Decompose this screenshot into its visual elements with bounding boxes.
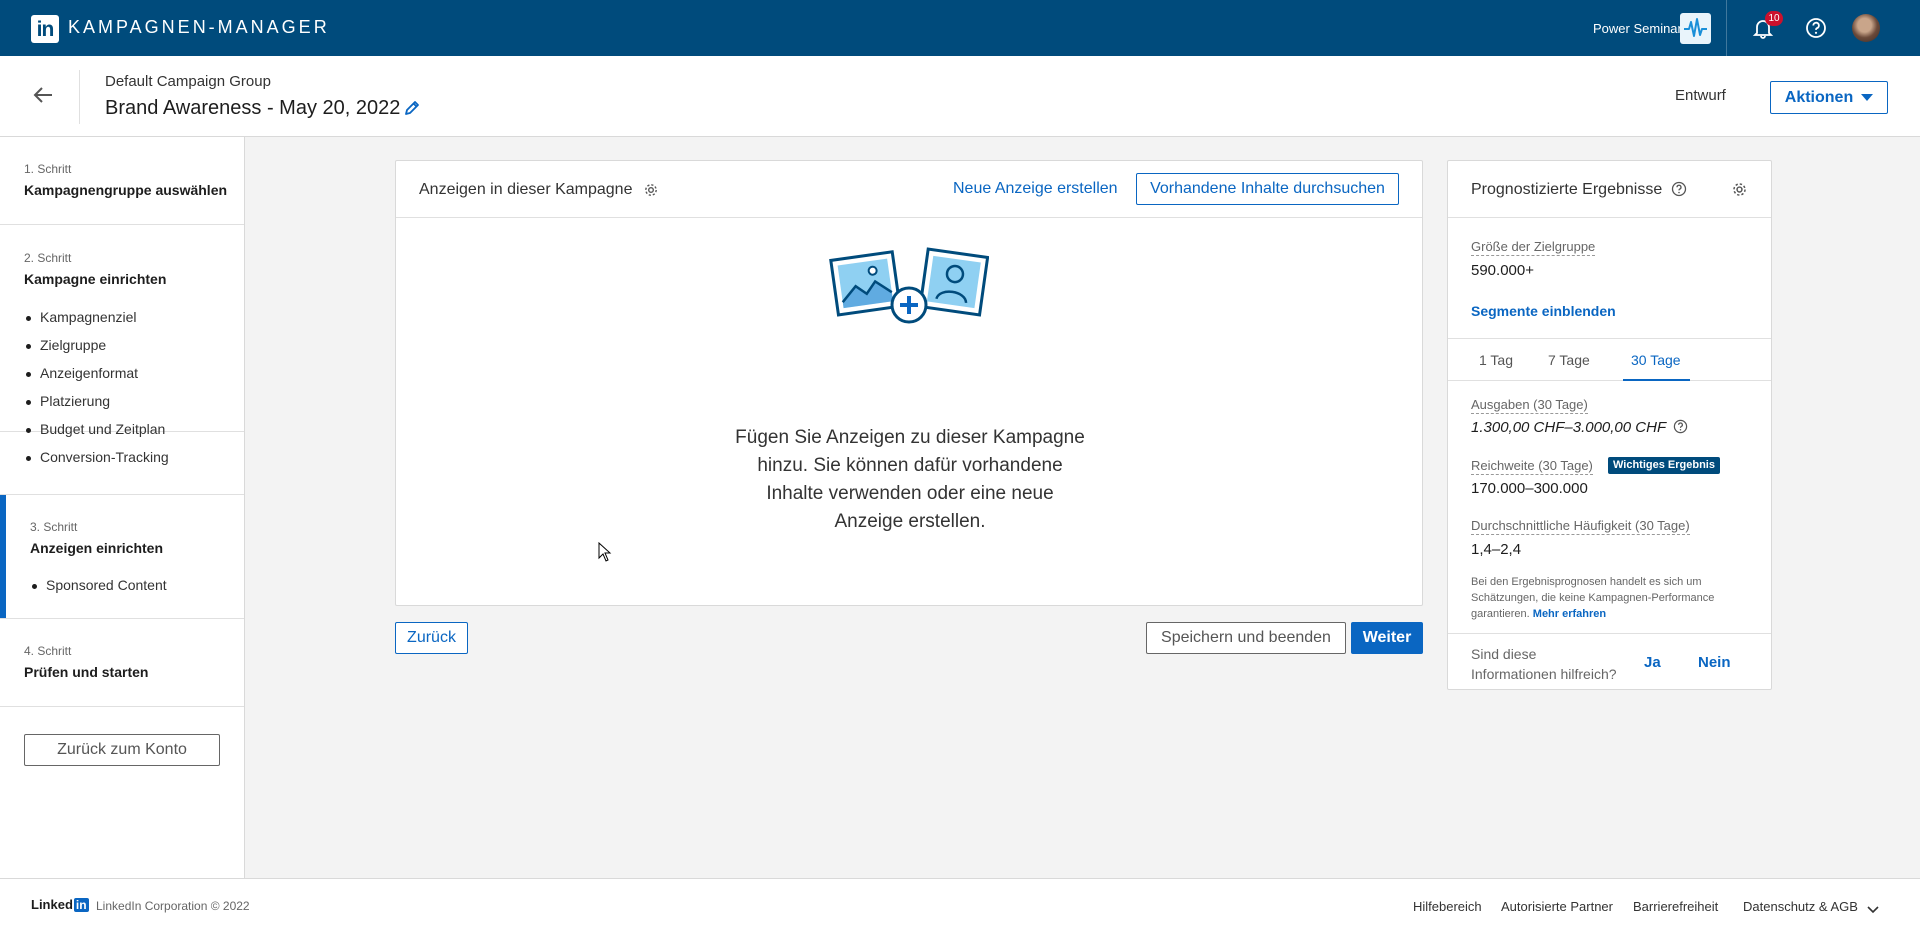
browse-existing-content-button[interactable]: Vorhandene Inhalte durchsuchen	[1136, 173, 1399, 205]
step-title: Prüfen und starten	[24, 664, 149, 680]
active-step-indicator	[0, 495, 6, 618]
ads-card-title: Anzeigen in dieser Kampagne	[419, 181, 633, 198]
sidebar-item-conversion-tracking[interactable]: Conversion-Tracking	[26, 449, 169, 465]
step-2[interactable]: 2. Schritt Kampagne einrichten Kampagnen…	[0, 225, 244, 465]
footer-logo-in: in	[73, 898, 89, 912]
active-tab-underline	[1623, 379, 1690, 381]
linkedin-logo[interactable]: in	[31, 15, 59, 43]
feedback-section: Sind diese Informationen hilfreich? Ja N…	[1448, 633, 1771, 691]
spend-label: Ausgaben (30 Tage)	[1471, 397, 1588, 414]
header-divider	[79, 70, 80, 124]
back-arrow-icon[interactable]	[30, 82, 56, 108]
edit-pencil-icon[interactable]	[403, 99, 421, 117]
sidebar-item-ad-format[interactable]: Anzeigenformat	[25, 365, 138, 381]
account-name[interactable]: Power Seminar	[1593, 21, 1682, 36]
caret-down-icon	[1861, 94, 1874, 101]
back-to-account-button[interactable]: Zurück zum Konto	[24, 734, 220, 766]
chevron-down-icon[interactable]	[1866, 901, 1880, 914]
step-1[interactable]: 1. Schritt Kampagnengruppe auswählen	[0, 137, 244, 225]
user-avatar[interactable]	[1852, 14, 1880, 42]
audience-size-label: Größe der Zielgruppe	[1471, 239, 1596, 256]
step-title: Kampagnengruppe auswählen	[24, 182, 228, 198]
forecast-title: Prognostizierte Ergebnisse	[1471, 181, 1663, 198]
help-icon[interactable]	[1673, 419, 1688, 434]
tab-30-days[interactable]: 30 Tage	[1631, 352, 1681, 368]
app-title: KAMPAGNEN-MANAGER	[68, 17, 330, 37]
notification-count-badge: 10	[1765, 11, 1783, 26]
step-4[interactable]: 4. Schritt Prüfen und starten	[0, 619, 244, 707]
footer-link-privacy-terms[interactable]: Datenschutz & AGB	[1743, 899, 1858, 914]
top-navigation-bar: in KAMPAGNEN-MANAGER Power Seminar 10	[0, 0, 1920, 56]
step-number: 1. Schritt	[24, 162, 72, 176]
sidebar-item-budget-schedule[interactable]: Budget und Zeitplan	[25, 421, 165, 437]
forecast-results-card: Prognostizierte Ergebnisse Größe der Zie…	[1447, 160, 1772, 690]
spend-value: 1.300,00 CHF–3.000,00 CHF	[1471, 419, 1667, 436]
campaign-header: Default Campaign Group Brand Awareness -…	[0, 56, 1920, 137]
reach-label: Reichweite (30 Tage)	[1471, 458, 1593, 475]
campaign-status: Entwurf	[1675, 87, 1726, 104]
feedback-question: Sind diese Informationen hilfreich?	[1471, 646, 1617, 682]
copyright-text: LinkedIn Corporation © 2022	[96, 899, 250, 913]
step-title: Kampagne einrichten	[24, 271, 167, 287]
help-icon[interactable]	[1805, 17, 1827, 39]
sidebar-item-campaign-objective[interactable]: Kampagnenziel	[26, 309, 137, 325]
tab-7-days[interactable]: 7 Tage	[1548, 352, 1590, 368]
topbar-divider	[1726, 0, 1727, 56]
show-segments-link[interactable]: Segmente einblenden	[1471, 303, 1616, 319]
account-logo-icon[interactable]	[1680, 13, 1711, 44]
create-new-ad-link[interactable]: Neue Anzeige erstellen	[953, 180, 1118, 198]
audience-size-value: 590.000+	[1471, 262, 1534, 279]
frequency-value: 1,4–2,4	[1471, 541, 1522, 558]
help-icon[interactable]	[1671, 181, 1687, 197]
save-and-exit-button[interactable]: Speichern und beenden	[1146, 622, 1346, 654]
back-button[interactable]: Zurück	[395, 622, 468, 654]
step-number: 2. Schritt	[24, 251, 72, 265]
step-number: 4. Schritt	[24, 644, 72, 658]
add-images-illustration-icon	[829, 241, 990, 341]
learn-more-link[interactable]: Mehr erfahren	[1533, 608, 1606, 620]
actions-dropdown-button[interactable]: Aktionen	[1770, 81, 1888, 114]
reach-value: 170.000–300.000	[1471, 480, 1588, 497]
actions-label: Aktionen	[1784, 88, 1854, 106]
ads-in-campaign-card: Anzeigen in dieser Kampagne Neue Anzeige…	[395, 160, 1423, 606]
forecast-period-tabs: 1 Tag 7 Tage 30 Tage	[1448, 338, 1771, 381]
empty-state-message: Fügen Sie Anzeigen zu dieser Kampagne hi…	[735, 427, 1085, 532]
steps-sidebar: 1. Schritt Kampagnengruppe auswählen 2. …	[0, 137, 245, 878]
tab-1-day[interactable]: 1 Tag	[1479, 352, 1513, 368]
linkedin-footer-logo: Linked in	[31, 897, 89, 912]
step-number: 3. Schritt	[30, 520, 78, 534]
frequency-label: Durchschnittliche Häufigkeit (30 Tage)	[1471, 518, 1690, 535]
key-result-badge: Wichtiges Ergebnis	[1608, 457, 1720, 474]
sidebar-item-audience[interactable]: Zielgruppe	[25, 337, 106, 353]
step-title: Anzeigen einrichten	[30, 540, 164, 556]
mouse-cursor-icon	[598, 541, 612, 562]
feedback-yes-button[interactable]: Ja	[1644, 654, 1661, 671]
feedback-no-button[interactable]: Nein	[1698, 654, 1731, 671]
step-3[interactable]: 3. Schritt Anzeigen einrichten Sponsored…	[0, 494, 244, 619]
sidebar-item-placement[interactable]: Platzierung	[25, 393, 110, 409]
gear-icon[interactable]	[643, 182, 659, 198]
footer-link-accessibility[interactable]: Barrierefreiheit	[1633, 899, 1718, 914]
sidebar-item-sponsored-content[interactable]: Sponsored Content	[32, 577, 167, 593]
footer-link-authorized-partners[interactable]: Autorisierte Partner	[1501, 899, 1613, 914]
campaign-name: Brand Awareness - May 20, 2022	[105, 97, 401, 119]
forecast-header: Prognostizierte Ergebnisse	[1448, 161, 1771, 218]
footer-logo-text: Linked	[31, 897, 73, 912]
next-button[interactable]: Weiter	[1351, 622, 1423, 654]
page-footer: Linked in LinkedIn Corporation © 2022 Hil…	[0, 878, 1920, 929]
ads-card-header: Anzeigen in dieser Kampagne Neue Anzeige…	[396, 161, 1422, 218]
gear-icon[interactable]	[1731, 181, 1748, 198]
footer-link-help-center[interactable]: Hilfebereich	[1413, 899, 1482, 914]
campaign-group-name: Default Campaign Group	[105, 73, 271, 90]
forecast-disclaimer: Bei den Ergebnisprognosen handelt es sic…	[1471, 574, 1751, 622]
